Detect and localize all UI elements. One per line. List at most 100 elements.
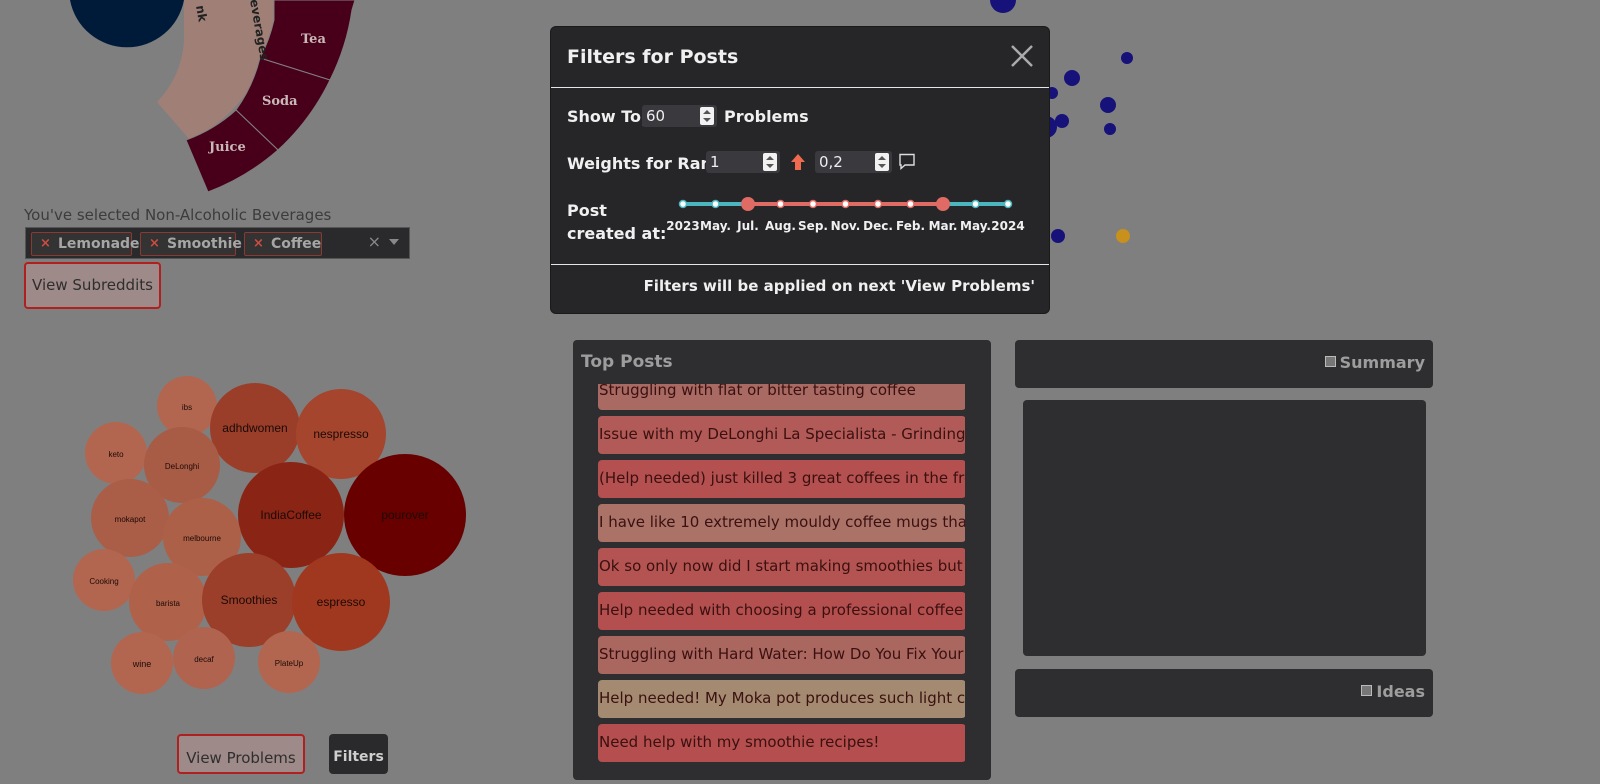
show-top-input[interactable]: 60: [642, 105, 717, 127]
slider-step[interactable]: [873, 199, 883, 209]
sunburst-label-juice: Juice: [208, 140, 246, 155]
timeline-tick-label: Dec.: [863, 219, 893, 233]
slider-step[interactable]: [971, 199, 980, 209]
slider-handle-end[interactable]: [936, 197, 950, 211]
spinner-arrows-icon[interactable]: [763, 153, 777, 171]
chip-remove-icon[interactable]: ×: [253, 233, 264, 255]
subreddit-multiselect[interactable]: × Lemonade × Smoothie × Coffee ×: [25, 227, 410, 259]
summary-toggle[interactable]: Summary: [1324, 353, 1425, 372]
view-problems-button[interactable]: View Problems: [177, 734, 305, 774]
timeline-tick-label: May.: [960, 219, 991, 233]
post-item[interactable]: Help needed! My Moka pot produces such l…: [598, 680, 965, 718]
post-item[interactable]: Issue with my DeLonghi La Specialista - …: [598, 416, 965, 454]
timeline-tick-label: Jul.: [737, 219, 759, 233]
timeline-tick-label: Nov.: [830, 219, 861, 233]
chip-smoothie[interactable]: × Smoothie: [140, 232, 242, 256]
timeline-tick-label: Mar.: [928, 219, 958, 233]
summary-title: Summary: [1339, 353, 1425, 372]
bubble-label: mokapot: [115, 515, 146, 524]
selection-label: You've selected Non-Alcoholic Beverages: [24, 206, 332, 224]
scatter-point[interactable]: [1051, 229, 1065, 243]
checkbox-icon[interactable]: [1361, 685, 1373, 696]
weight-value-1: 1: [710, 153, 720, 171]
filters-footer-note: Filters will be applied on next 'View Pr…: [643, 277, 1035, 295]
chip-remove-icon[interactable]: ×: [149, 233, 160, 255]
slider-step[interactable]: [906, 199, 915, 209]
chip-coffee[interactable]: × Coffee: [244, 232, 322, 256]
top-posts-list[interactable]: Struggling with flat or bitter tasting c…: [598, 384, 965, 784]
chip-remove-icon[interactable]: ×: [40, 233, 51, 255]
weight-input-2[interactable]: 0,2: [815, 151, 892, 173]
slider-step[interactable]: [776, 199, 785, 209]
post-item[interactable]: Struggling with Hard Water: How Do You F…: [598, 636, 965, 674]
sunburst-chart: nk everages Tea Soda Juice: [70, 0, 356, 193]
post-created-label-line2: created at:: [567, 224, 667, 243]
bubble-label: nespresso: [313, 427, 369, 441]
scatter-point[interactable]: [1100, 97, 1116, 113]
subreddit-bubble-chart: ibs adhdwomen nespresso keto DeLonghi IndiaCo…: [73, 376, 466, 694]
post-item[interactable]: Help needed with choosing a professional…: [598, 592, 965, 630]
divider: [551, 87, 1049, 88]
filters-modal: Filters for Posts Show Top 60 Problems W…: [551, 27, 1049, 313]
slider-step[interactable]: [678, 199, 688, 209]
spinner-arrows-icon[interactable]: [875, 153, 889, 171]
weight-input-1[interactable]: 1: [706, 151, 780, 173]
timeline-tick-label: Aug.: [765, 219, 796, 233]
scatter-point[interactable]: [1116, 229, 1130, 243]
bubble-label: espresso: [317, 595, 366, 609]
chip-label: Lemonade: [58, 236, 140, 252]
bubble-label: ibs: [182, 403, 192, 412]
upvote-arrow-icon: [791, 154, 805, 170]
post-item[interactable]: (Help needed) just killed 3 great coffee…: [598, 460, 965, 498]
slider-step[interactable]: [711, 199, 720, 209]
close-icon[interactable]: [1009, 43, 1035, 69]
slider-step[interactable]: [841, 199, 850, 209]
post-item[interactable]: Struggling with flat or bitter tasting c…: [598, 384, 965, 410]
bubble-label: adhdwomen: [222, 421, 287, 435]
dropdown-arrow-icon[interactable]: [389, 239, 399, 245]
filters-button[interactable]: Filters: [329, 734, 388, 774]
post-item[interactable]: I have like 10 extremely mouldy coffee m…: [598, 504, 965, 542]
ideas-panel[interactable]: Ideas: [1015, 669, 1433, 717]
summary-panel[interactable]: Summary: [1015, 340, 1433, 388]
chip-lemonade[interactable]: × Lemonade: [31, 232, 140, 256]
bubble-label: barista: [156, 599, 181, 608]
timeline-tick-label: Feb.: [896, 219, 925, 233]
post-item[interactable]: Need help with my smoothie recipes!: [598, 724, 965, 762]
chip-label: Coffee: [271, 236, 322, 252]
bubble-label: decaf: [194, 655, 214, 664]
slider-step[interactable]: [808, 199, 818, 209]
bubble-label: Smoothies: [221, 593, 278, 607]
chip-label: Smoothie: [167, 236, 242, 252]
scatter-point[interactable]: [1064, 70, 1080, 86]
weight-value-2: 0,2: [819, 153, 843, 171]
bubble-label: PlateUp: [275, 659, 304, 668]
spinner-arrows-icon[interactable]: [700, 107, 714, 125]
top-posts-panel: Top Posts Struggling with flat or bitter…: [573, 340, 991, 780]
date-range-slider[interactable]: [551, 187, 1049, 217]
scatter-point[interactable]: [1104, 123, 1116, 135]
scatter-point[interactable]: [1055, 114, 1069, 128]
scatter-point[interactable]: [990, 0, 1016, 13]
comment-icon: [899, 153, 915, 170]
timeline-tick-label: Sep.: [798, 219, 828, 233]
show-top-label: Show Top: [567, 107, 653, 126]
view-subreddits-button[interactable]: View Subreddits: [24, 262, 161, 309]
summary-content: [1023, 400, 1426, 656]
ideas-title: Ideas: [1376, 682, 1425, 701]
scatter-point[interactable]: [1121, 52, 1133, 64]
timeline-tick-label: 2023: [666, 219, 700, 233]
clear-all-icon[interactable]: ×: [368, 232, 381, 251]
bubble-label: wine: [132, 659, 152, 669]
bubble-label: IndiaCoffee: [260, 508, 321, 522]
sunburst-label-soda: Soda: [262, 94, 298, 109]
ideas-toggle[interactable]: Ideas: [1361, 682, 1425, 701]
problems-label: Problems: [724, 107, 809, 126]
slider-handle-start[interactable]: [741, 197, 755, 211]
post-item[interactable]: Ok so only now did I start making smooth…: [598, 548, 965, 586]
slider-step[interactable]: [1003, 199, 1013, 209]
checkbox-icon[interactable]: [1324, 356, 1336, 367]
timeline-tick-label: May.: [700, 219, 731, 233]
bubble-label: pourover: [381, 508, 428, 522]
sunburst-center[interactable]: [70, 0, 184, 48]
